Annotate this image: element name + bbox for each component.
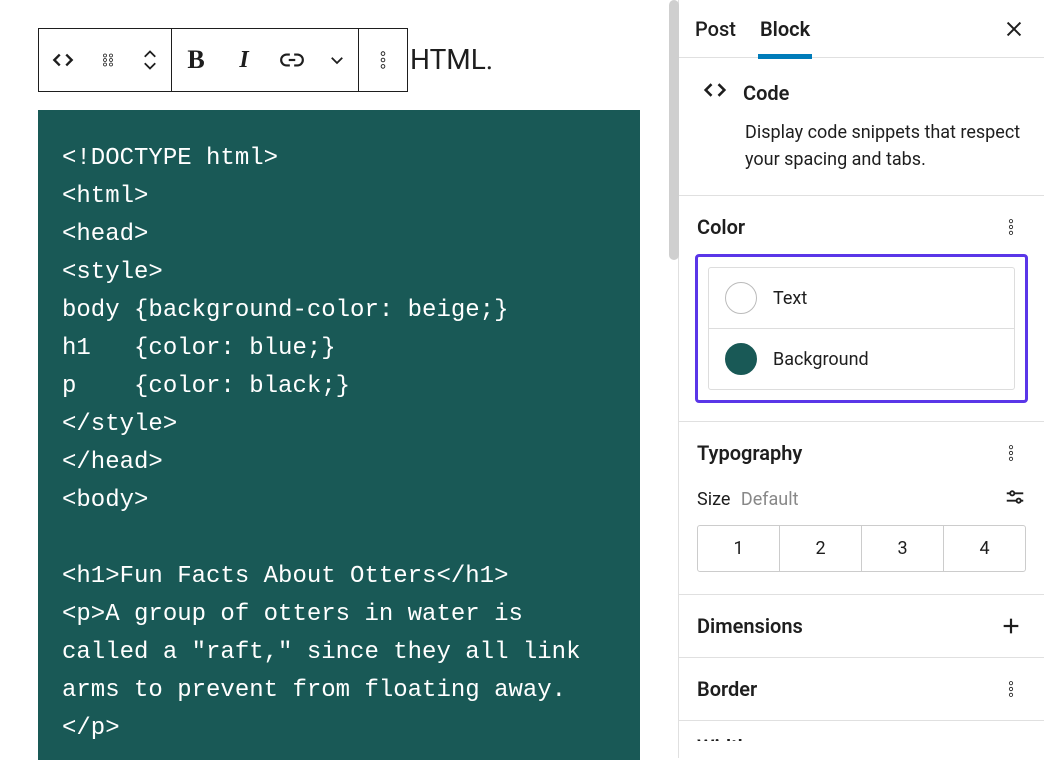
tab-post[interactable]: Post <box>693 0 738 58</box>
scrollbar[interactable] <box>669 0 679 260</box>
settings-sidebar: Post Block Code Display code snippets th… <box>678 0 1044 758</box>
panel-typography-title: Typography <box>697 441 802 465</box>
size-preset-4[interactable]: 4 <box>943 526 1025 571</box>
size-settings-button[interactable] <box>1004 486 1026 513</box>
editor-canvas: B I HTML. <!DOCTYPE html> <html> <head> … <box>0 0 678 758</box>
code-block-icon <box>701 76 729 109</box>
more-rich-text-dropdown[interactable] <box>316 29 358 91</box>
panel-color-title: Color <box>697 215 745 239</box>
typography-options-button[interactable] <box>996 438 1026 468</box>
block-description: Display code snippets that respect your … <box>701 119 1022 173</box>
block-toolbar: B I <box>38 28 408 92</box>
color-background-row[interactable]: Background <box>708 328 1015 390</box>
link-button[interactable] <box>268 29 316 91</box>
color-options-button[interactable] <box>996 212 1026 242</box>
panel-width-peek: Width <box>679 721 1044 741</box>
dimensions-add-button[interactable] <box>996 611 1026 641</box>
font-size-presets: 1 2 3 4 <box>697 525 1026 572</box>
size-value: Default <box>741 489 799 510</box>
panel-border: Border <box>679 658 1044 721</box>
move-up-down[interactable] <box>129 29 171 91</box>
panel-dimensions: Dimensions <box>679 595 1044 658</box>
size-preset-3[interactable]: 3 <box>861 526 943 571</box>
size-preset-2[interactable]: 2 <box>779 526 861 571</box>
trailing-text: HTML. <box>408 28 493 92</box>
color-text-row[interactable]: Text <box>708 267 1015 328</box>
code-block-content[interactable]: <!DOCTYPE html> <html> <head> <style> bo… <box>38 110 640 760</box>
panel-typography: Typography Size Default 1 2 3 4 <box>679 422 1044 595</box>
options-button[interactable] <box>359 29 407 91</box>
text-color-swatch <box>725 282 757 314</box>
block-type-icon[interactable] <box>39 29 87 91</box>
drag-handle-icon[interactable] <box>87 29 129 91</box>
color-text-label: Text <box>773 288 807 309</box>
size-preset-1[interactable]: 1 <box>698 526 779 571</box>
color-settings-highlight: Text Background <box>695 254 1028 403</box>
close-sidebar-button[interactable] <box>998 13 1030 45</box>
block-info: Code Display code snippets that respect … <box>679 58 1044 196</box>
tab-block[interactable]: Block <box>758 0 812 58</box>
panel-color: Color Text Background <box>679 196 1044 422</box>
block-name: Code <box>743 81 789 105</box>
bold-button[interactable]: B <box>172 29 220 91</box>
panel-dimensions-title: Dimensions <box>697 614 803 638</box>
sidebar-tabs: Post Block <box>679 0 1044 58</box>
color-background-label: Background <box>773 349 869 370</box>
size-label: Size <box>697 489 730 510</box>
panel-border-title: Border <box>697 677 757 701</box>
background-color-swatch <box>725 343 757 375</box>
italic-button[interactable]: I <box>220 29 268 91</box>
border-options-button[interactable] <box>996 674 1026 704</box>
